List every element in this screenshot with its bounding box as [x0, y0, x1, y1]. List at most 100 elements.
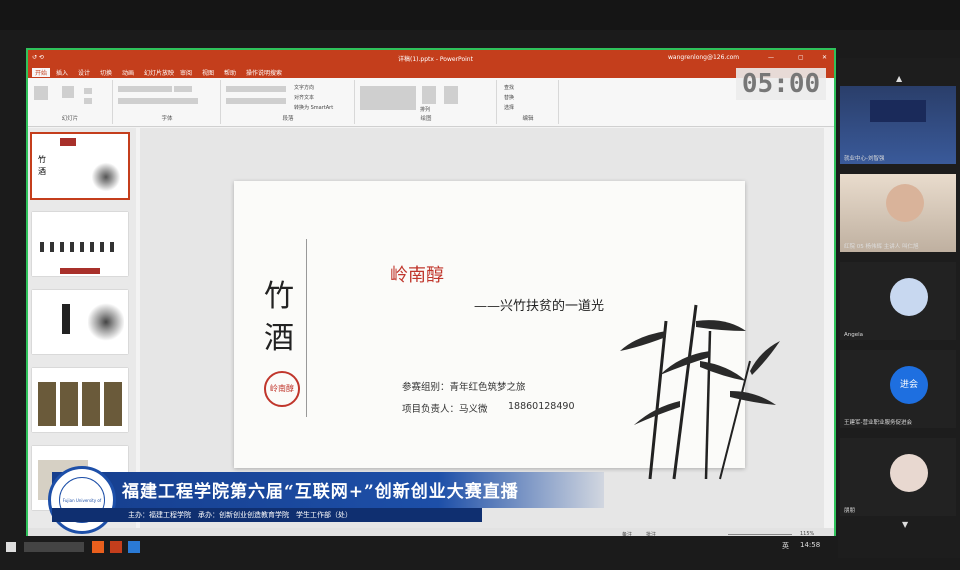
account-name[interactable]: wangrenlong@126.com [668, 54, 739, 61]
list-buttons[interactable] [226, 86, 286, 92]
slide-phone: 18860128490 [508, 401, 575, 412]
slide-subtitle: ——兴竹扶贫的一道光 [474, 299, 605, 314]
participant-name: 朋朋 [844, 508, 856, 514]
convert-smartart[interactable]: 转换为 SmartArt [294, 104, 333, 111]
participant-panel: ▲ 就业中心-刘智强 红院 05 杨伟辉 主讲人 叫仁旭 Angela 进会 王… [838, 58, 960, 558]
ribbon: 幻灯片 字体 文字方向 对齐文本 转换为 SmartArt 段落 排列 绘图 查… [28, 78, 834, 127]
participant-name: 就业中心-刘智强 [844, 156, 885, 162]
tab-transitions[interactable]: 切换 [100, 68, 112, 77]
slide-thumbnail[interactable] [32, 290, 128, 354]
scroll-up-icon[interactable]: ▲ [896, 74, 902, 83]
font-name-box[interactable] [118, 86, 172, 92]
university-logo: Fujian University of Technology [48, 466, 116, 549]
thumb-red-bar [60, 138, 76, 146]
font-size-box[interactable] [174, 86, 192, 92]
ribbon-group-paragraph: 文字方向 对齐文本 转换为 SmartArt 段落 [222, 80, 355, 124]
slide-main-title: 岭南醇 [390, 265, 444, 286]
slide-vertical-title-bottom: 酒 [264, 321, 294, 356]
video-tile[interactable]: 就业中心-刘智强 [840, 86, 956, 164]
arrange-label: 排列 [420, 107, 431, 113]
reset-icon[interactable] [84, 98, 92, 104]
new-slide-icon[interactable] [62, 86, 74, 98]
studio-screen [870, 100, 926, 122]
windows-taskbar: 英 14:58 [0, 536, 838, 558]
slide-group-line: 参赛组别：青年红色筑梦之旅 [402, 382, 526, 393]
autosave-icon[interactable]: ↺ ⟲ [32, 54, 44, 61]
app-icon[interactable] [92, 541, 104, 553]
minimize-icon[interactable]: — [768, 54, 774, 61]
select-button[interactable]: 选择 [504, 104, 514, 111]
arrange-icon[interactable] [422, 86, 436, 104]
thumb-bamboo [92, 162, 120, 192]
participant-initial-avatar: 进会 [890, 366, 928, 404]
slide-divider [306, 239, 307, 417]
ribbon-label-slides: 幻灯片 [61, 116, 79, 122]
powerpoint-taskbar-icon[interactable] [110, 541, 122, 553]
quick-styles-icon[interactable] [444, 86, 458, 104]
tab-insert[interactable]: 插入 [56, 68, 68, 77]
paste-icon[interactable] [34, 86, 48, 100]
ribbon-label-drawing: 绘图 [420, 116, 432, 122]
tell-me-search[interactable]: 操作说明搜索 [246, 68, 282, 77]
slide-thumbnail[interactable]: 竹 酒 [30, 132, 130, 200]
ribbon-group-editing: 查找 替换 选择 编辑 [498, 80, 559, 124]
align-text[interactable]: 对齐文本 [294, 94, 314, 101]
ribbon-tabs: 开始 插入 设计 切换 动画 幻灯片放映 审阅 视图 帮助 操作说明搜索 [28, 66, 834, 78]
slide-vertical-title-top: 竹 [264, 279, 294, 314]
banner-title: 福建工程学院第六届“互联网+”创新创业大赛直播 [122, 482, 519, 502]
video-tile[interactable]: 朋朋 [840, 438, 956, 516]
ribbon-label-paragraph: 段落 [282, 116, 294, 122]
ribbon-label-font: 字体 [161, 116, 173, 122]
thumb-title: 竹 [38, 155, 46, 164]
tab-review[interactable]: 审阅 [180, 68, 192, 77]
shapes-gallery[interactable] [360, 86, 416, 110]
search-box[interactable] [24, 542, 84, 552]
input-language[interactable]: 英 [782, 541, 789, 551]
banner-organizers: 主办：福建工程学院 承办：创新创业创造教育学院 学生工作部（处） [52, 508, 482, 522]
current-slide[interactable]: 竹 酒 岭南醇 岭南醇 ——兴竹扶贫的一道光 参赛组别：青年红色筑梦之旅 项目负… [234, 181, 780, 480]
thumb-photos [38, 382, 122, 426]
file-title: 详稿(1).pptx - PowerPoint [398, 56, 473, 63]
participant-avatar [890, 278, 928, 316]
close-icon[interactable]: ✕ [822, 54, 827, 61]
slide-bamboo-art [620, 304, 780, 480]
participant-name: 红院 05 杨伟辉 主讲人 叫仁旭 [844, 244, 919, 250]
slide-thumbnail[interactable] [32, 212, 128, 276]
clock[interactable]: 14:58 [800, 541, 820, 549]
layout-icon[interactable] [84, 88, 92, 94]
tab-help[interactable]: 帮助 [224, 68, 236, 77]
tab-design[interactable]: 设计 [78, 68, 90, 77]
thumb-title: 酒 [38, 167, 46, 176]
ribbon-group-slides: 幻灯片 [28, 80, 113, 124]
ribbon-label-editing: 编辑 [522, 116, 534, 122]
start-icon[interactable] [6, 542, 16, 552]
video-tile[interactable]: Angela [840, 262, 956, 340]
video-tile[interactable]: 红院 05 杨伟辉 主讲人 叫仁旭 [840, 174, 956, 252]
app-icon[interactable] [128, 541, 140, 553]
video-tile[interactable]: 进会 王建军-营业职业服务促进会 [840, 350, 956, 428]
font-format-buttons[interactable] [118, 98, 198, 104]
participant-avatar [890, 454, 928, 492]
ppt-title-bar: ↺ ⟲ 详稿(1).pptx - PowerPoint wangrenlong@… [28, 50, 834, 66]
align-buttons[interactable] [226, 98, 286, 104]
text-direction[interactable]: 文字方向 [294, 84, 314, 91]
participant-name: 王建军-营业职业服务促进会 [844, 420, 912, 426]
thumb-bamboo [88, 302, 124, 342]
participant-face [886, 184, 924, 222]
top-window-bar [0, 0, 960, 30]
thumb-items [40, 242, 120, 252]
ribbon-group-drawing: 排列 绘图 [356, 80, 497, 124]
tab-slideshow[interactable]: 幻灯片放映 [144, 68, 174, 77]
tab-home[interactable]: 开始 [32, 68, 51, 77]
zoom-slider[interactable] [728, 534, 792, 535]
ribbon-group-font: 字体 [114, 80, 221, 124]
maximize-icon[interactable]: ▢ [798, 54, 804, 61]
tab-animations[interactable]: 动画 [122, 68, 134, 77]
slide-thumbnail[interactable] [32, 368, 128, 432]
scroll-down-icon[interactable]: ▼ [902, 520, 908, 529]
replace-button[interactable]: 替换 [504, 94, 514, 101]
organizer-text: 主办：福建工程学院 承办：创新创业创造教育学院 学生工作部（处） [128, 511, 352, 519]
countdown-timer: 05:00 [736, 68, 826, 100]
find-button[interactable]: 查找 [504, 84, 514, 91]
tab-view[interactable]: 视图 [202, 68, 214, 77]
